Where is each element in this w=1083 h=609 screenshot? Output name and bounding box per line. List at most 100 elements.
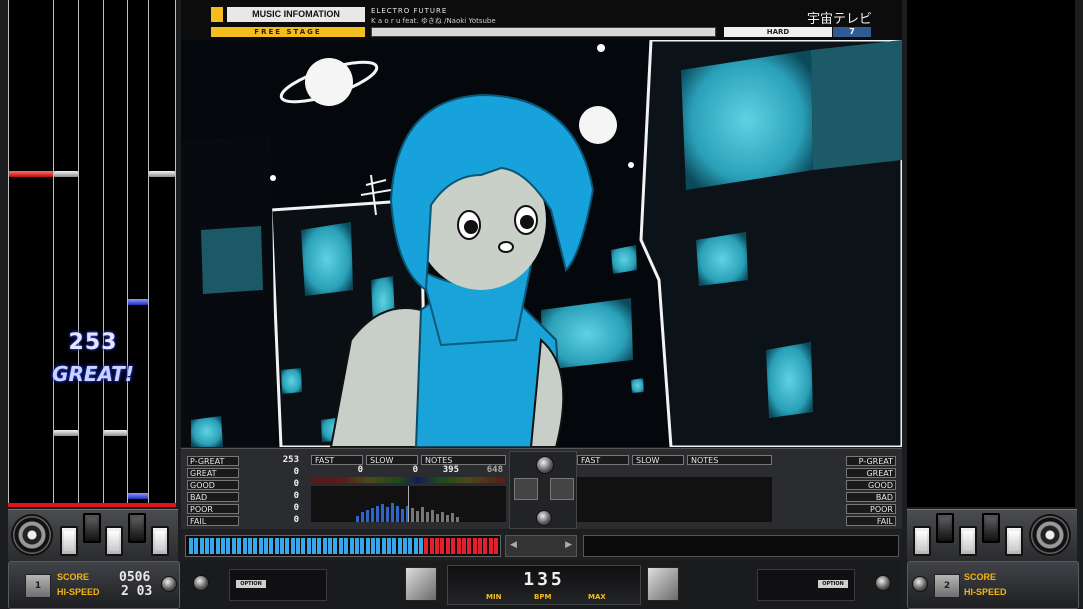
bpm-value: 135 bbox=[523, 569, 565, 590]
song-artist: K a o r u feat. ゆきね /Naoki Yotsube bbox=[371, 17, 496, 25]
judge-label-good: GOOD bbox=[187, 480, 239, 490]
gauge-segment bbox=[189, 538, 193, 554]
music-info-label: MUSIC INFOMATION bbox=[227, 7, 365, 22]
p1-deck bbox=[8, 509, 178, 561]
p2-panel-knob[interactable] bbox=[912, 576, 928, 592]
p2-key-4[interactable] bbox=[982, 513, 1000, 543]
accent-square bbox=[211, 7, 223, 22]
gauge-segment bbox=[253, 538, 258, 554]
gauge-row: ◀ ▶ bbox=[181, 530, 902, 560]
white-note bbox=[149, 171, 175, 177]
gauge-segment bbox=[290, 538, 295, 554]
gauge-segment bbox=[493, 538, 498, 554]
gauge-segment bbox=[429, 538, 434, 554]
gauge-segment bbox=[365, 538, 370, 554]
nav-right-arrow-icon[interactable]: ▶ bbox=[565, 540, 572, 550]
gauge-segment bbox=[435, 538, 440, 554]
gauge-segment bbox=[483, 538, 488, 554]
song-progress-bar bbox=[371, 27, 716, 37]
gauge-segment bbox=[269, 538, 274, 554]
p2-option-label: OPTION bbox=[818, 580, 848, 588]
center-nav: ◀ ▶ bbox=[505, 535, 577, 557]
gauge-segment bbox=[333, 538, 338, 554]
gauge-segment bbox=[472, 538, 477, 554]
combo-counter: 253 bbox=[68, 330, 118, 355]
gauge-segment bbox=[456, 538, 461, 554]
p1-notes-count: 395 bbox=[442, 465, 459, 475]
p1-key-1[interactable] bbox=[60, 526, 78, 556]
gauge-segment bbox=[322, 538, 327, 554]
p2-turntable[interactable] bbox=[1031, 516, 1069, 554]
p1-fast-count: 0 bbox=[357, 465, 363, 475]
lane-divider bbox=[127, 0, 128, 507]
gauge-segment bbox=[237, 538, 242, 554]
judge-label-bad: BAD bbox=[187, 492, 239, 502]
p2-key-5[interactable] bbox=[1005, 526, 1023, 556]
p1-effect-button[interactable] bbox=[405, 567, 437, 601]
gauge-segment bbox=[317, 538, 322, 554]
gauge-segment bbox=[440, 538, 445, 554]
p1-key-4[interactable] bbox=[128, 513, 146, 543]
p2-key-3[interactable] bbox=[959, 526, 977, 556]
p1-key-3[interactable] bbox=[105, 526, 123, 556]
p2-judge-label-good: GOOD bbox=[846, 480, 896, 490]
p1-fast-header: FAST bbox=[311, 455, 363, 465]
lane-divider bbox=[148, 0, 149, 507]
bpm-max-label: MAX bbox=[588, 593, 606, 601]
p1-option-knob[interactable] bbox=[193, 575, 209, 591]
mixer-knob-top[interactable] bbox=[536, 456, 554, 474]
gauge-segment bbox=[312, 538, 317, 554]
gauge-segment bbox=[338, 538, 343, 554]
p2-score-panel: 2 SCORE HI-SPEED bbox=[907, 561, 1079, 609]
gauge-segment bbox=[451, 538, 456, 554]
p2-option-box[interactable]: OPTION bbox=[757, 569, 855, 601]
p2-key-1[interactable] bbox=[913, 526, 931, 556]
p2-slow-header: SLOW bbox=[632, 455, 684, 465]
p2-fast-header: FAST bbox=[577, 455, 629, 465]
bpm-display: 135 MIN BPM MAX bbox=[447, 565, 641, 605]
nav-left-arrow-icon[interactable]: ◀ bbox=[510, 540, 517, 550]
mixer-knob-bottom[interactable] bbox=[536, 510, 552, 526]
gauge-segment bbox=[221, 538, 226, 554]
gauge-segment bbox=[408, 538, 413, 554]
p1-player-badge: 1 bbox=[25, 574, 51, 598]
song-genre: ELECTRO FUTURE bbox=[371, 7, 448, 15]
p2-key-2[interactable] bbox=[936, 513, 954, 543]
blue-note bbox=[128, 299, 148, 305]
background-animation bbox=[181, 40, 902, 447]
p1-key-2[interactable] bbox=[83, 513, 101, 543]
difficulty-level: 7 bbox=[833, 27, 871, 37]
gauge-segment bbox=[247, 538, 252, 554]
gauge-segment bbox=[226, 538, 231, 554]
gauge-segment bbox=[477, 538, 482, 554]
moon-planet bbox=[579, 106, 617, 144]
judge-label-fail: FAIL bbox=[187, 516, 239, 526]
gauge-segment bbox=[274, 538, 279, 554]
bpm-label: BPM bbox=[534, 593, 552, 601]
lane-divider bbox=[175, 0, 176, 507]
p2-effect-button[interactable] bbox=[647, 567, 679, 601]
gauge-segment bbox=[488, 538, 493, 554]
mixer-fader-right[interactable] bbox=[550, 478, 574, 500]
gauge-segment bbox=[231, 538, 236, 554]
p2-option-knob[interactable] bbox=[875, 575, 891, 591]
judge-text: GREAT! bbox=[52, 362, 134, 386]
gauge-segment bbox=[381, 538, 386, 554]
p1-panel-knob[interactable] bbox=[161, 576, 177, 592]
p1-key-5[interactable] bbox=[151, 526, 169, 556]
judge-count-great: 0 bbox=[293, 467, 299, 477]
p1-hispeed-label: HI-SPEED bbox=[57, 587, 100, 597]
gauge-segment bbox=[403, 538, 407, 554]
judge-count-good: 0 bbox=[293, 479, 299, 489]
gauge-segment bbox=[199, 538, 204, 554]
p1-score-panel: 1 SCORE 0506 HI-SPEED 2 03 bbox=[8, 561, 180, 609]
mixer-fader-left[interactable] bbox=[514, 478, 538, 500]
p1-turntable[interactable] bbox=[13, 516, 51, 554]
p1-option-box[interactable]: OPTION bbox=[229, 569, 327, 601]
gauge-segment bbox=[370, 538, 375, 554]
gauge-segment bbox=[194, 538, 199, 554]
gauge-segment bbox=[419, 538, 424, 554]
p1-score-value: 0506 bbox=[119, 570, 151, 585]
music-info-header: MUSIC INFOMATION ELECTRO FUTURE K a o r … bbox=[181, 0, 902, 41]
gauge-segment bbox=[344, 538, 349, 554]
